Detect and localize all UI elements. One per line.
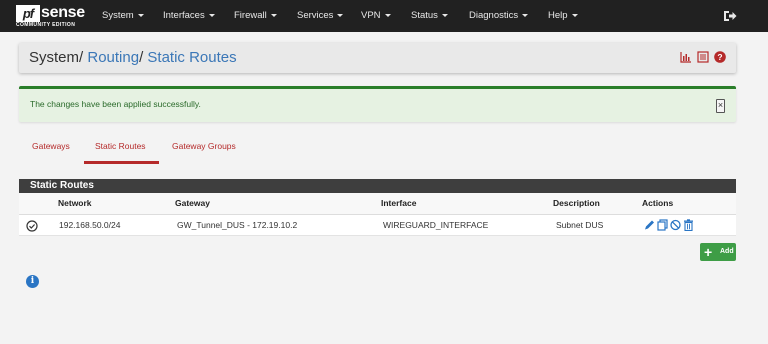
breadcrumb-panel: System/ Routing/ Static Routes ?: [19, 43, 736, 73]
add-button-label: Add: [720, 248, 734, 255]
breadcrumb-routing[interactable]: Routing: [87, 49, 139, 66]
delete-icon[interactable]: [683, 219, 694, 231]
plus-icon: +: [704, 244, 713, 260]
active-tab-indicator: [84, 161, 159, 164]
success-alert: The changes have been applied successful…: [19, 86, 736, 122]
cell-description: Subnet DUS: [556, 220, 604, 230]
tab-gateways[interactable]: Gateways: [32, 141, 70, 151]
nav-status-label: Status: [411, 10, 438, 21]
column-description: Description: [553, 198, 600, 208]
list-icon[interactable]: [697, 51, 709, 63]
nav-interfaces[interactable]: Interfaces: [163, 0, 215, 32]
logo-wordmark: sense: [41, 4, 85, 21]
nav-help[interactable]: Help: [548, 0, 578, 32]
close-icon[interactable]: ×: [716, 99, 725, 113]
nav-services[interactable]: Services: [297, 0, 344, 32]
breadcrumb-system: System: [29, 49, 80, 66]
pfsense-logo[interactable]: pf sense COMMUNITY EDITION: [16, 4, 86, 29]
copy-icon[interactable]: [657, 219, 668, 231]
caret-down-icon: [270, 13, 277, 17]
nav-vpn[interactable]: VPN: [361, 0, 391, 32]
nav-system-label: System: [102, 10, 134, 21]
edit-icon[interactable]: [644, 219, 655, 231]
nav-help-label: Help: [548, 10, 568, 21]
nav-interfaces-label: Interfaces: [163, 10, 205, 21]
alert-message: The changes have been applied successful…: [30, 99, 201, 109]
nav-system[interactable]: System: [102, 0, 144, 32]
nav-status[interactable]: Status: [411, 0, 448, 32]
nav-diagnostics-label: Diagnostics: [469, 10, 519, 21]
check-circle-icon: [26, 220, 38, 232]
top-navbar: pf sense COMMUNITY EDITION System Interf…: [0, 0, 768, 32]
tab-gateway-groups[interactable]: Gateway Groups: [172, 141, 236, 151]
chart-icon[interactable]: [680, 51, 692, 63]
column-network: Network: [58, 198, 92, 208]
caret-down-icon: [137, 13, 144, 17]
cell-interface: WIREGUARD_INTERFACE: [383, 220, 489, 230]
nav-diagnostics[interactable]: Diagnostics: [469, 0, 529, 32]
caret-down-icon: [208, 13, 215, 17]
cell-network: 192.168.50.0/24: [59, 220, 121, 230]
logo-edition: COMMUNITY EDITION: [16, 22, 76, 28]
caret-down-icon: [337, 13, 344, 17]
help-icon[interactable]: ?: [714, 51, 726, 63]
column-interface: Interface: [381, 198, 417, 208]
column-actions: Actions: [642, 198, 674, 208]
nav-firewall-label: Firewall: [234, 10, 267, 21]
nav-firewall[interactable]: Firewall: [234, 0, 277, 32]
tab-static-routes[interactable]: Static Routes: [95, 141, 146, 151]
caret-down-icon: [522, 13, 529, 17]
caret-down-icon: [571, 13, 578, 17]
caret-down-icon: [441, 13, 448, 17]
nav-vpn-label: VPN: [361, 10, 381, 21]
breadcrumb-separator: /: [79, 49, 84, 66]
cell-gateway: GW_Tunnel_DUS - 172.19.10.2: [177, 220, 298, 230]
panel-title: Static Routes: [19, 179, 736, 193]
table-header: Network Gateway Interface Description Ac…: [19, 193, 736, 214]
breadcrumb-static-routes[interactable]: Static Routes: [147, 49, 236, 66]
column-gateway: Gateway: [175, 198, 210, 208]
info-icon[interactable]: i: [26, 275, 39, 288]
add-button[interactable]: + Add: [700, 243, 736, 261]
svg-text:?: ?: [717, 52, 722, 62]
logout-icon[interactable]: [722, 8, 738, 24]
caret-down-icon: [384, 13, 391, 17]
breadcrumb: System/ Routing/ Static Routes: [29, 43, 237, 73]
nav-services-label: Services: [297, 10, 334, 21]
disable-icon[interactable]: [670, 219, 681, 231]
table-row[interactable]: 192.168.50.0/24 GW_Tunnel_DUS - 172.19.1…: [19, 214, 736, 236]
breadcrumb-separator: /: [139, 49, 144, 66]
logo-mark: pf: [16, 5, 40, 22]
